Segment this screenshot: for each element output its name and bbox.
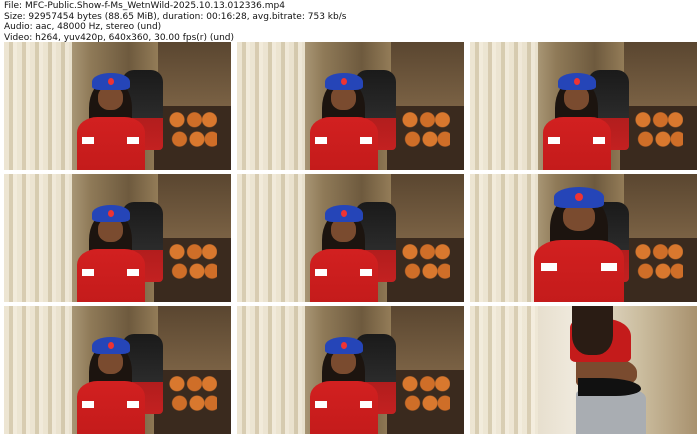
thumbnail-2[interactable] — [237, 42, 464, 170]
thumbnail-3[interactable] — [470, 42, 697, 170]
person-figure — [76, 336, 145, 434]
person-figure — [309, 204, 378, 302]
person-figure — [542, 72, 611, 170]
thumbnail-7[interactable] — [4, 306, 231, 434]
person-figure — [76, 204, 145, 302]
thumbnail-8[interactable] — [237, 306, 464, 434]
thumbnail-1[interactable] — [4, 42, 231, 170]
person-figure — [309, 72, 378, 170]
person-figure — [309, 336, 378, 434]
thumbnail-6[interactable] — [470, 174, 697, 302]
audio-info-line: Audio: aac, 48000 Hz, stereo (und) — [4, 22, 162, 32]
thumbnail-grid — [4, 42, 697, 434]
person-figure-back — [561, 306, 670, 434]
file-info-header: File: MFC-Public.Show-f-Ms_WetnWild-2025… — [4, 1, 694, 43]
thumbnail-9[interactable] — [470, 306, 697, 434]
person-figure — [76, 72, 145, 170]
thumbnail-5[interactable] — [237, 174, 464, 302]
file-name-line: File: MFC-Public.Show-f-Ms_WetnWild-2025… — [4, 1, 285, 11]
thumbnail-4[interactable] — [4, 174, 231, 302]
person-figure — [533, 186, 625, 302]
size-duration-line: Size: 92957454 bytes (88.65 MiB), durati… — [4, 11, 347, 22]
